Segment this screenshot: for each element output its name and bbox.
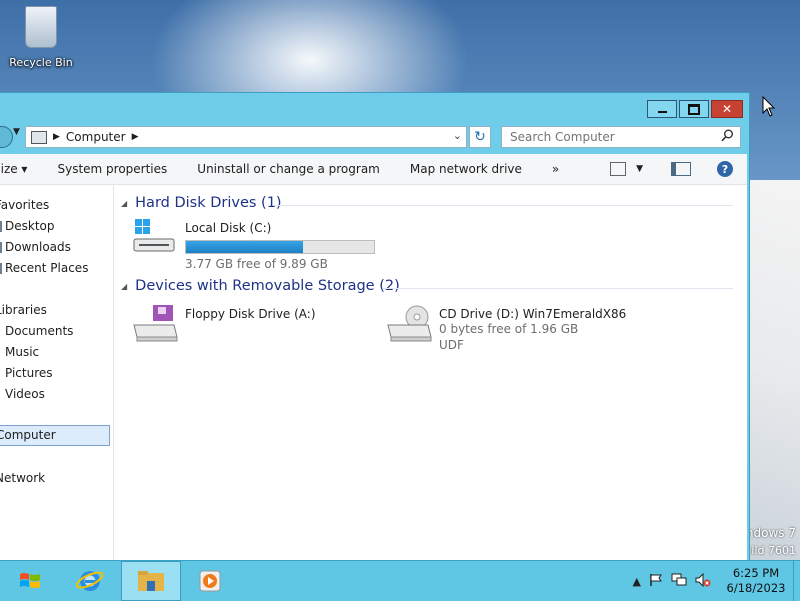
start-button[interactable] [0,561,60,601]
nav-libraries[interactable]: Libraries [0,300,108,321]
nav-desktop[interactable]: Desktop [0,216,118,237]
cd-name: CD Drive (D:) Win7EmeraldX86 [439,307,627,321]
windows-explorer-button[interactable] [121,561,181,601]
breadcrumb-computer[interactable]: Computer [66,130,126,144]
nav-music[interactable]: Music [0,342,118,363]
maximize-icon [688,103,700,115]
nav-videos[interactable]: Videos [0,384,118,405]
nav-recent-places[interactable]: Recent Places [0,258,118,279]
action-center-flag-icon[interactable] [649,573,663,590]
maximize-button[interactable] [679,100,709,118]
preview-pane-icon[interactable] [671,162,691,176]
recycle-bin-label: Recycle Bin [9,56,73,69]
help-icon[interactable]: ? [717,161,733,177]
windows-watermark-line1: ndows 7 [745,526,796,540]
nav-downloads[interactable]: Downloads [0,237,118,258]
internet-explorer-icon [76,571,104,591]
folder-icon [138,571,164,591]
internet-explorer-button[interactable] [60,561,120,601]
content-pane: ◢ Hard Disk Drives (1) Local Disk (C:) 3… [113,185,747,561]
section-divider [273,205,733,206]
breadcrumb-separator-icon[interactable]: ▶ [53,132,60,142]
removable-header-label: Devices with Removable Storage (2) [135,278,400,294]
media-player-icon [199,570,221,592]
navigation-pane: Favorites Desktop Downloads Recent Place… [0,185,114,561]
disk-usage-fill [186,241,303,253]
close-icon: ✕ [721,102,733,116]
nav-documents[interactable]: Documents [0,321,118,342]
media-player-button[interactable] [182,561,238,601]
recent-places-icon [0,263,2,274]
search-input[interactable] [508,129,712,145]
change-view-icon[interactable] [610,162,627,176]
system-tray: ▲ 6:25 PM 6/18/2023 [633,561,800,601]
windows-logo-icon [20,573,40,588]
refresh-icon: ↻ [474,129,486,145]
recent-pages-dropdown-icon[interactable]: ▼ [13,127,20,137]
minimize-icon [657,110,667,113]
taskbar: ▲ 6:25 PM 6/18/2023 [0,560,800,601]
explorer-window: ✕ ▼ ▶ Computer ▶ ⌄ ↻ nize ▾ System prope… [0,92,750,562]
organize-menu[interactable]: nize ▾ [0,162,42,176]
recycle-bin-icon [25,6,57,48]
clock-time: 6:25 PM [732,566,780,580]
computer-icon [31,130,47,144]
view-controls: ▼ ? [610,154,747,184]
hdd-header-label: Hard Disk Drives (1) [135,195,282,211]
address-bar[interactable]: ▶ Computer ▶ ⌄ [25,126,467,148]
nav-downloads-label: Downloads [5,240,71,254]
nav-network[interactable]: Network [0,468,108,489]
volume-muted-icon[interactable] [695,572,711,590]
floppy-drive-a[interactable]: Floppy Disk Drive (A:) [133,305,373,345]
nav-pictures[interactable]: Pictures [0,363,118,384]
back-button[interactable] [0,126,13,148]
system-properties-button[interactable]: System properties [42,162,182,176]
search-icon[interactable] [721,129,734,145]
section-divider [383,288,733,289]
hard-drive-icon [133,219,179,259]
clock[interactable]: 6:25 PM 6/18/2023 [725,566,787,596]
disk-usage-bar [185,240,375,254]
show-desktop-button[interactable] [793,561,800,601]
search-box[interactable] [501,126,741,148]
removable-section-header[interactable]: ◢ Devices with Removable Storage (2) [121,278,400,294]
minimize-button[interactable] [647,100,677,118]
explorer-body: Favorites Desktop Downloads Recent Place… [0,185,747,561]
mouse-cursor-icon [762,95,776,121]
recycle-bin-shortcut[interactable]: Recycle Bin [6,6,76,69]
map-network-drive-button[interactable]: Map network drive [395,162,537,176]
window-controls: ✕ [647,100,743,118]
desktop-icon [0,221,2,232]
windows-watermark-line2: uild 7601 [744,544,796,557]
cd-free: 0 bytes free of 1.96 GB [439,322,579,336]
cd-filesystem: UDF [439,338,464,352]
command-bar: nize ▾ System properties Uninstall or ch… [0,154,747,185]
more-commands-button[interactable]: » [537,162,574,176]
local-disk-c[interactable]: Local Disk (C:) 3.77 GB free of 9.89 GB [133,219,433,271]
close-button[interactable]: ✕ [711,100,743,118]
breadcrumb-chevron-icon[interactable]: ▶ [132,132,139,142]
hdd-section-header[interactable]: ◢ Hard Disk Drives (1) [121,195,282,211]
floppy-name: Floppy Disk Drive (A:) [185,307,316,321]
clock-date: 6/18/2023 [726,581,786,595]
collapse-triangle-icon: ◢ [121,198,128,208]
cd-drive-icon [387,305,433,345]
nav-recent-label: Recent Places [5,261,89,275]
address-row: ▼ ▶ Computer ▶ ⌄ ↻ [0,124,749,148]
uninstall-program-button[interactable]: Uninstall or change a program [182,162,395,176]
refresh-button[interactable]: ↻ [469,126,491,148]
local-disk-free: 3.77 GB free of 9.89 GB [185,257,328,271]
network-icon[interactable] [671,573,687,590]
show-hidden-icons-button[interactable]: ▲ [633,575,641,588]
view-options-dropdown-icon[interactable]: ▼ [636,164,643,174]
nav-desktop-label: Desktop [5,219,55,233]
nav-computer[interactable]: Computer [0,425,110,446]
collapse-triangle-icon: ◢ [121,281,128,291]
nav-favorites[interactable]: Favorites [0,195,108,216]
downloads-icon [0,242,2,253]
address-dropdown-icon[interactable]: ⌄ [453,129,462,142]
cd-drive-d[interactable]: CD Drive (D:) Win7EmeraldX86 0 bytes fre… [387,305,687,355]
local-disk-name: Local Disk (C:) [185,221,272,235]
floppy-drive-icon [133,305,179,345]
